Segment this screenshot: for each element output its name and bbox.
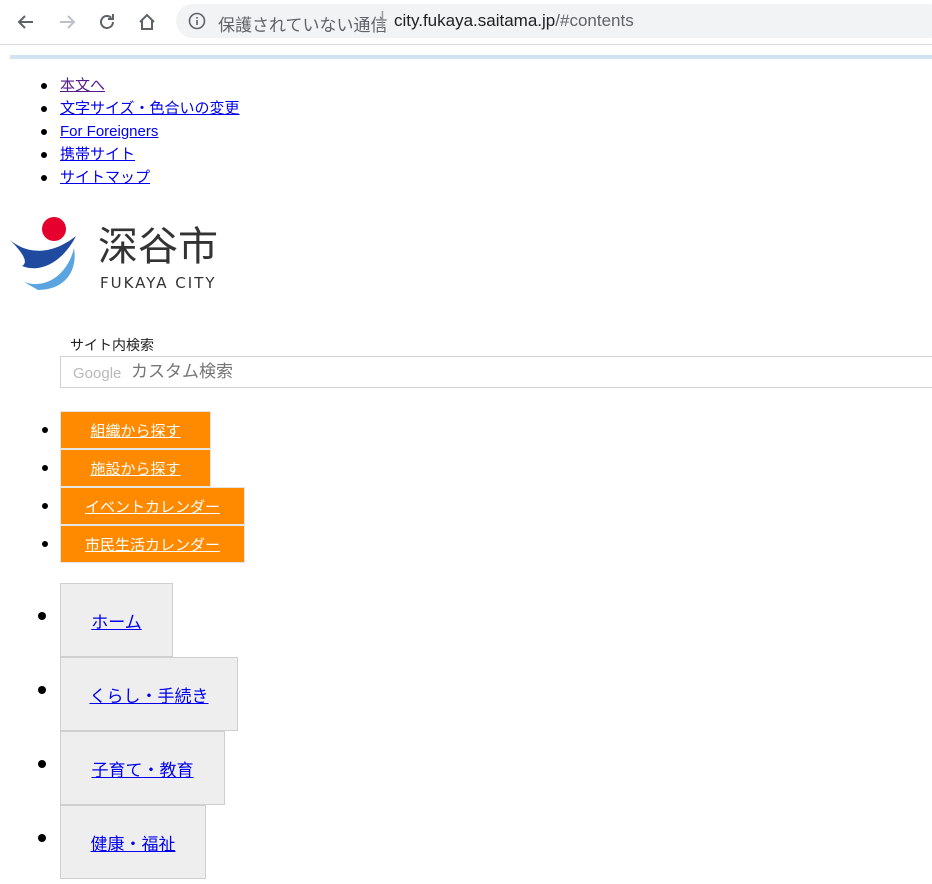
arrow-left-icon — [17, 15, 33, 29]
mobile-site-link[interactable]: 携帯サイト — [60, 146, 135, 163]
url-text: city.fukaya.saitama.jp/#contents — [394, 11, 634, 31]
text-size-color-link[interactable]: 文字サイズ・色合いの変更 — [60, 100, 240, 117]
reload-icon — [100, 14, 114, 29]
nav-living-procedures[interactable]: くらし・手続き — [60, 657, 238, 731]
utility-links: 本文へ 文字サイズ・色合いの変更 For Foreigners 携帯サイト サイ… — [41, 74, 240, 189]
info-icon — [188, 12, 206, 30]
address-separator: | — [380, 9, 385, 30]
nav-childcare-education[interactable]: 子育て・教育 — [60, 731, 225, 805]
bullet — [42, 541, 48, 547]
bullet — [38, 834, 46, 842]
home-button[interactable] — [133, 8, 161, 36]
search-by-facility-button[interactable]: 施設から探す — [60, 449, 211, 487]
bullet — [38, 612, 46, 620]
skip-to-content-link[interactable]: 本文へ — [60, 77, 105, 94]
logo-name-ja: 深谷市 — [98, 224, 218, 270]
citizen-life-calendar-button[interactable]: 市民生活カレンダー — [60, 525, 245, 563]
event-calendar-button[interactable]: イベントカレンダー — [60, 487, 245, 525]
nav-health-welfare[interactable]: 健康・福祉 — [60, 805, 206, 879]
security-status-text: 保護されていない通信 — [218, 16, 388, 35]
nav-home[interactable]: ホーム — [60, 583, 173, 657]
fukaya-city-logo[interactable]: 深谷市 FUKAYA CITY — [8, 214, 248, 294]
bullet — [42, 503, 48, 509]
logo-blue-swoosh — [10, 236, 76, 269]
list-item: 携帯サイト — [41, 143, 240, 166]
url-path: /#contents — [555, 11, 634, 30]
arrow-right-icon — [60, 15, 76, 29]
bullet — [42, 465, 48, 471]
sitemap-link[interactable]: サイトマップ — [60, 169, 150, 186]
site-search-input[interactable] — [131, 360, 831, 384]
list-item: サイトマップ — [41, 166, 240, 189]
address-bar[interactable]: 保護されていない通信 | city.fukaya.saitama.jp/#con… — [176, 4, 932, 38]
list-item: 本文へ — [41, 74, 240, 97]
logo-red-circle — [42, 217, 66, 241]
forward-button[interactable] — [53, 8, 81, 36]
list-item: 文字サイズ・色合いの変更 — [41, 97, 240, 120]
bullet — [38, 760, 46, 768]
browser-toolbar: 保護されていない通信 | city.fukaya.saitama.jp/#con… — [0, 0, 932, 45]
reload-button[interactable] — [93, 8, 121, 36]
for-foreigners-link[interactable]: For Foreigners — [60, 123, 158, 140]
list-item: For Foreigners — [41, 120, 240, 143]
header-top-bar — [10, 55, 932, 59]
logo-name-en: FUKAYA CITY — [100, 274, 217, 292]
bullet — [38, 686, 46, 694]
google-watermark: Google — [73, 365, 122, 382]
home-icon — [139, 13, 155, 30]
search-by-organization-button[interactable]: 組織から探す — [60, 411, 211, 449]
bullet — [42, 427, 48, 433]
site-search-label: サイト内検索 — [70, 337, 154, 353]
back-button[interactable] — [12, 8, 40, 36]
site-search-box: Google — [60, 356, 932, 388]
url-host: city.fukaya.saitama.jp — [394, 11, 556, 30]
